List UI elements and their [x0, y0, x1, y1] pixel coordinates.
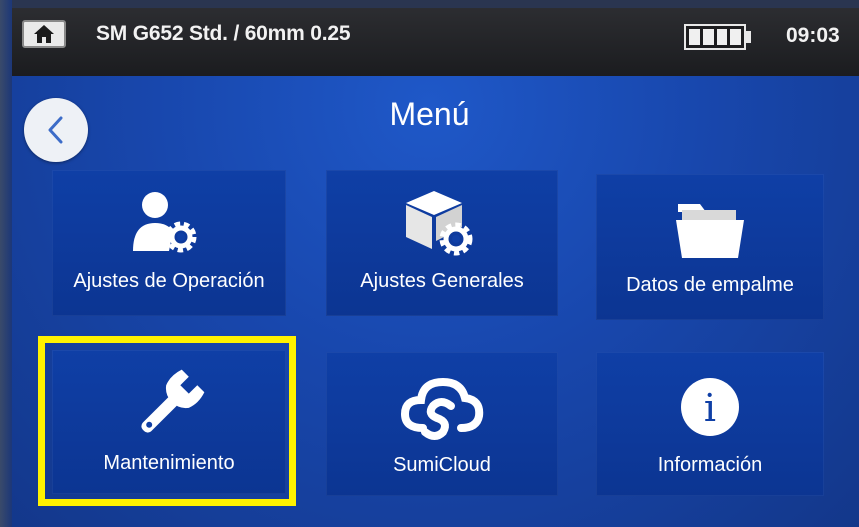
box-gear-icon — [326, 180, 558, 270]
menu-tile-label: Ajustes Generales — [360, 270, 524, 292]
page-title: Menú — [389, 96, 470, 132]
cloud-icon — [326, 362, 558, 452]
splicer-screen: SM G652 Std. / 60mm 0.25 09:03 Menú Ajus… — [0, 0, 859, 527]
menu-tile-label: Información — [657, 454, 763, 476]
battery-icon — [684, 24, 746, 50]
splice-profile-label: SM G652 Std. / 60mm 0.25 — [96, 22, 351, 45]
clock: 09:03 — [786, 24, 840, 47]
menu-tile-ajustes-de-operacion[interactable]: Ajustes de Operación — [52, 170, 286, 316]
menu-tile-label: Datos de empalme — [626, 274, 794, 296]
menu-tile-label: Ajustes de Operación — [73, 270, 265, 292]
user-gear-icon — [52, 180, 286, 270]
battery-cap — [746, 31, 751, 43]
menu-tile-sumicloud[interactable]: SumiCloud — [326, 352, 558, 496]
info-icon: i — [596, 362, 824, 452]
device-bezel-left — [0, 0, 12, 527]
device-bezel-top — [0, 0, 859, 8]
menu-tile-ajustes-generales[interactable]: Ajustes Generales — [326, 170, 558, 316]
menu-tile-informacion[interactable]: i Información — [596, 352, 824, 496]
folder-icon — [596, 184, 824, 274]
home-icon — [34, 25, 54, 43]
wrench-icon — [52, 360, 286, 450]
menu-tile-label: SumiCloud — [393, 454, 491, 476]
svg-text:i: i — [704, 386, 716, 430]
menu-tile-mantenimiento[interactable]: Mantenimiento — [52, 350, 286, 494]
menu-tile-datos-de-empalme[interactable]: Datos de empalme — [596, 174, 824, 320]
menu-tile-label: Mantenimiento — [103, 452, 235, 474]
home-button[interactable] — [22, 20, 66, 48]
